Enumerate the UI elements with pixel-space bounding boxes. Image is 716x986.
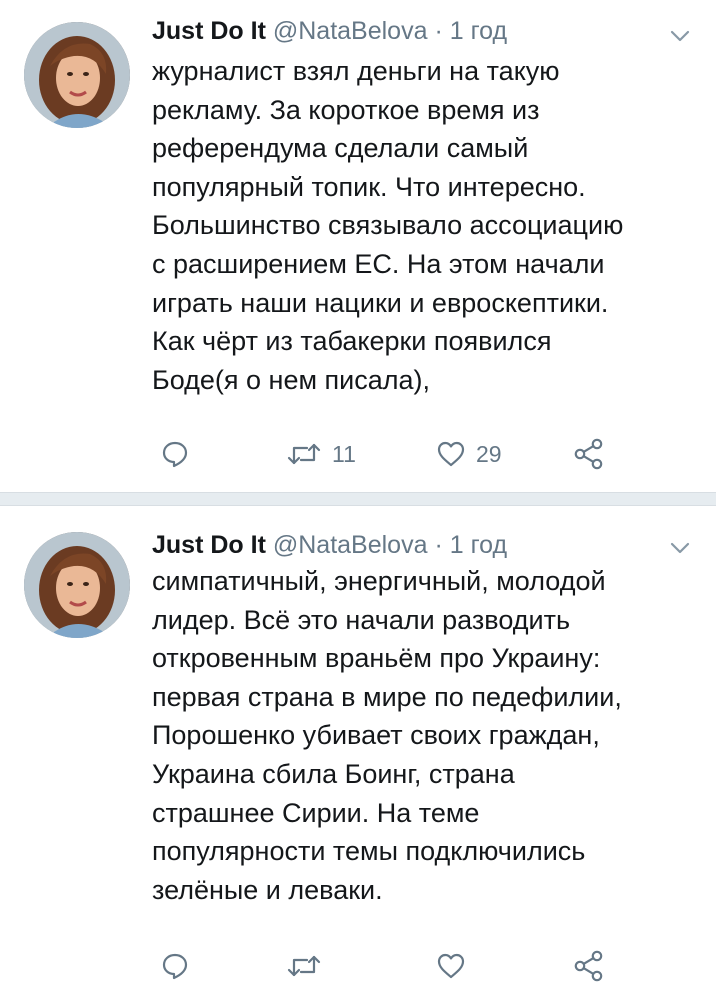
tweet-text-line: Как чёрт из табакерки появился <box>152 326 552 357</box>
reply-icon <box>160 951 190 981</box>
tweet-text-line: играть наши нацики и евроскептики. <box>152 287 609 318</box>
tweet-text-line: зелёные и леваки. <box>152 874 383 905</box>
heart-icon <box>436 951 466 981</box>
tweet-text: симпатичный, энергичный, молодой лидер. … <box>152 562 708 909</box>
tweet-text-line: страшнее Сирии. На теме <box>152 797 480 828</box>
tweet-actions: 11 29 <box>152 434 672 474</box>
retweet-button[interactable] <box>286 946 322 986</box>
author-name[interactable]: Just Do It <box>152 531 266 559</box>
tweet-header: Just Do It @NataBelova · 1 год <box>152 528 507 562</box>
share-icon <box>572 438 606 470</box>
like-count: 29 <box>476 440 502 467</box>
tweet-header: Just Do It @NataBelova · 1 год <box>152 14 507 48</box>
tweet-text: журналист взял деньги на такую рекламу. … <box>152 52 708 399</box>
tweet-text-line: Украина сбила Боинг, страна <box>152 758 515 789</box>
reply-button[interactable] <box>160 946 190 986</box>
retweet-count: 11 <box>332 440 356 467</box>
tweet-text-line: Большинство связывало ассоциацию <box>152 210 624 241</box>
tweet-text-line: откровенным враньём про Украину: <box>152 643 601 674</box>
reply-icon <box>160 439 190 469</box>
share-button[interactable] <box>572 946 606 986</box>
tweet-divider <box>0 492 716 506</box>
chevron-down-icon[interactable] <box>668 536 692 560</box>
tweet-text-line: с расширением ЕС. На этом начали <box>152 248 605 279</box>
retweet-button[interactable]: 11 <box>286 434 356 474</box>
tweet-text-line: первая страна в мире по педефилии, <box>152 681 622 712</box>
separator: · <box>434 17 443 45</box>
tweet-text-line: журналист взял деньги на такую <box>152 56 560 86</box>
avatar[interactable] <box>24 532 130 638</box>
tweet-text-line: симпатичный, энергичный, молодой <box>152 566 606 596</box>
like-button[interactable] <box>436 946 466 986</box>
tweet-text-line: лидер. Всё это начали разводить <box>152 604 571 635</box>
tweet-text-line: популярный топик. Что интересно. <box>152 171 586 202</box>
retweet-icon <box>286 951 322 981</box>
tweet-text-line: Боде(я о нем писала), <box>152 364 431 395</box>
retweet-icon <box>286 439 322 469</box>
tweet-text-line: Порошенко убивает своих граждан, <box>152 720 600 751</box>
tweet-text-line: рекламу. За короткое время из <box>152 94 540 125</box>
heart-icon <box>436 439 466 469</box>
author-handle[interactable]: @NataBelova <box>273 531 428 559</box>
chevron-down-icon[interactable] <box>668 24 692 48</box>
tweet-text-line: популярности темы подключились <box>152 836 586 867</box>
avatar[interactable] <box>24 22 130 128</box>
tweet-1[interactable]: Just Do It @NataBelova · 1 год журналист… <box>0 0 716 492</box>
separator: · <box>434 531 443 559</box>
share-icon <box>572 950 606 982</box>
tweet-text-line: референдума сделали самый <box>152 133 529 164</box>
tweet-actions <box>152 946 672 986</box>
timestamp[interactable]: 1 год <box>450 531 507 559</box>
reply-button[interactable] <box>160 434 190 474</box>
tweet-2[interactable]: Just Do It @NataBelova · 1 год симпатичн… <box>0 506 716 982</box>
like-button[interactable]: 29 <box>436 434 502 474</box>
author-name[interactable]: Just Do It <box>152 17 266 45</box>
author-handle[interactable]: @NataBelova <box>273 17 428 45</box>
share-button[interactable] <box>572 434 606 474</box>
timestamp[interactable]: 1 год <box>450 17 507 45</box>
